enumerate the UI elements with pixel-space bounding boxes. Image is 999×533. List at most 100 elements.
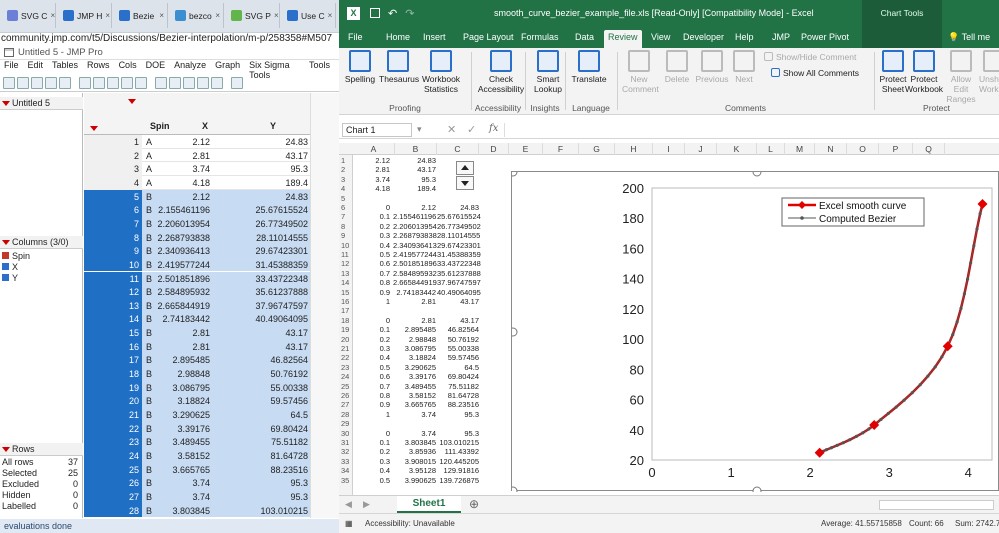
cell-c[interactable]: 64.5 bbox=[437, 363, 479, 372]
row-number[interactable]: 23 bbox=[84, 435, 142, 449]
column-header[interactable]: J bbox=[685, 143, 717, 155]
row-header[interactable]: 26 bbox=[339, 392, 352, 400]
cell-b[interactable]: 2.206013954 bbox=[393, 222, 437, 231]
close-icon[interactable]: × bbox=[50, 11, 55, 20]
row-number[interactable]: 3 bbox=[84, 162, 142, 176]
row-cells[interactable]: B 3.74 95.3 bbox=[142, 489, 310, 504]
column-list-item[interactable]: Spin bbox=[2, 250, 82, 261]
row-header[interactable]: 10 bbox=[339, 241, 352, 250]
cell-c[interactable]: 24.83 bbox=[437, 204, 479, 212]
cell-a[interactable]: 0.1 bbox=[353, 213, 390, 221]
cell-c[interactable]: 29.67423301 bbox=[437, 241, 481, 250]
column-header[interactable]: D bbox=[479, 143, 509, 155]
close-icon[interactable]: × bbox=[105, 11, 110, 20]
toolbar-tool-icon[interactable] bbox=[121, 76, 133, 89]
ribbon-button[interactable]: Next bbox=[729, 50, 759, 84]
row-cells[interactable]: B 2.12 24.83 bbox=[142, 189, 310, 204]
close-icon[interactable]: × bbox=[274, 11, 279, 20]
column-header[interactable]: M bbox=[785, 143, 815, 155]
row-number[interactable]: 18 bbox=[84, 367, 142, 381]
cell-a[interactable]: 0.9 bbox=[353, 401, 390, 409]
cell-b[interactable]: 3.74 bbox=[393, 410, 436, 419]
cell-b[interactable]: 43.17 bbox=[393, 166, 436, 174]
toolbar-tool-icon[interactable] bbox=[45, 76, 57, 89]
toolbar-tool-icon[interactable] bbox=[211, 76, 223, 89]
table-row[interactable]: 7 B 2.206013954 26.77349502 bbox=[84, 216, 310, 231]
table-row[interactable]: 9 B 2.340936413 29.67423301 bbox=[84, 244, 310, 258]
table-row[interactable]: 16 B 2.81 43.17 bbox=[84, 339, 310, 354]
ribbon-button[interactable]: Protect Workbook bbox=[904, 50, 944, 94]
row-header[interactable]: 11 bbox=[339, 251, 352, 259]
table-row[interactable]: 11 B 2.501851896 33.43722348 bbox=[84, 271, 310, 286]
cell-b[interactable]: 2.584895932 bbox=[393, 269, 437, 278]
cell-b[interactable]: 2.665844919 bbox=[393, 279, 437, 287]
cell-a[interactable]: 0.1 bbox=[353, 439, 390, 447]
jmp-menu-item[interactable]: Tools bbox=[309, 60, 330, 74]
ribbon-button[interactable]: Unshare Workbook bbox=[979, 50, 999, 94]
toolbar-tool-icon[interactable] bbox=[31, 76, 43, 89]
cell-b[interactable]: 3.39176 bbox=[393, 373, 436, 381]
row-number[interactable]: 22 bbox=[84, 421, 142, 436]
column-header[interactable]: I bbox=[653, 143, 685, 155]
toolbar-tool-icon[interactable] bbox=[197, 76, 209, 89]
jmp-menu-item[interactable]: Tables bbox=[52, 60, 78, 74]
row-header[interactable]: 5 bbox=[339, 194, 352, 203]
row-cells[interactable]: B 3.58152 81.64728 bbox=[142, 448, 310, 463]
table-row[interactable]: 21 B 3.290625 64.5 bbox=[84, 408, 310, 422]
cell-c[interactable]: 50.76192 bbox=[437, 335, 479, 344]
name-box[interactable]: Chart 1 bbox=[342, 123, 412, 137]
fx-icon[interactable]: fx bbox=[489, 123, 498, 134]
row-header[interactable]: 25 bbox=[339, 382, 352, 391]
table-row[interactable]: 28 B 3.803845 103.010215 bbox=[84, 503, 310, 518]
row-cells[interactable]: A 4.18 189.4 bbox=[142, 176, 310, 190]
row-cells[interactable]: B 2.155461196 25.67615524 bbox=[142, 203, 310, 217]
sheet-tab-sheet1[interactable]: Sheet1 bbox=[397, 496, 461, 513]
cell-c[interactable]: 33.43722348 bbox=[437, 260, 481, 268]
close-icon[interactable]: × bbox=[328, 11, 333, 20]
cell-c[interactable]: 35.61237888 bbox=[437, 269, 481, 278]
row-header[interactable]: 18 bbox=[339, 316, 352, 325]
row-header[interactable]: 16 bbox=[339, 298, 352, 306]
cell-a[interactable]: 0.2 bbox=[353, 222, 390, 231]
toolbar-tool-icon[interactable] bbox=[93, 76, 105, 89]
row-number[interactable]: 16 bbox=[84, 339, 142, 354]
save-icon[interactable] bbox=[370, 8, 380, 18]
tell-me-box[interactable]: 💡 Tell me bbox=[942, 26, 999, 48]
cell-a[interactable]: 0.3 bbox=[353, 232, 390, 240]
column-header[interactable]: N bbox=[815, 143, 847, 155]
ribbon-button[interactable]: New Comment bbox=[622, 50, 659, 94]
row-number[interactable]: 14 bbox=[84, 312, 142, 327]
cell-x[interactable]: 3.803845 bbox=[172, 504, 210, 518]
row-header[interactable]: 29 bbox=[339, 420, 352, 428]
column-header[interactable]: B bbox=[395, 143, 437, 155]
cell-a[interactable]: 0.4 bbox=[353, 354, 390, 362]
row-header[interactable]: 28 bbox=[339, 410, 352, 419]
cell-c[interactable]: 111.43392 bbox=[437, 448, 479, 456]
column-header[interactable]: P bbox=[879, 143, 913, 155]
jmp-menu-item[interactable]: Cols bbox=[119, 60, 137, 74]
ribbon-button[interactable]: Workbook Statistics bbox=[417, 50, 465, 94]
cell-c[interactable]: 31.45388359 bbox=[437, 251, 481, 259]
cell-a[interactable]: 0.6 bbox=[353, 260, 390, 268]
row-number[interactable]: 17 bbox=[84, 353, 142, 368]
row-cells[interactable]: B 3.39176 69.80424 bbox=[142, 421, 310, 436]
cell-a[interactable]: 0.1 bbox=[353, 326, 390, 334]
cell-b[interactable]: 3.95128 bbox=[393, 467, 436, 475]
toolbar-tool-icon[interactable] bbox=[107, 76, 119, 89]
chart-area[interactable]: 20 40 60 80 100 120 140 160 180 200 0 1 2 3 4 Excel smo… bbox=[508, 167, 999, 496]
column-header[interactable]: F bbox=[543, 143, 579, 155]
jmp-menu-item[interactable]: Edit bbox=[28, 60, 44, 74]
row-cells[interactable]: B 2.501851896 33.43722348 bbox=[142, 271, 310, 286]
row-cells[interactable]: B 3.74 95.3 bbox=[142, 476, 310, 490]
ribbon-tab[interactable]: Help bbox=[731, 30, 758, 48]
column-header[interactable]: Q bbox=[913, 143, 945, 155]
ribbon-tab[interactable]: JMP bbox=[768, 30, 794, 48]
table-row[interactable]: 26 B 3.74 95.3 bbox=[84, 476, 310, 490]
row-cells[interactable]: A 3.74 95.3 bbox=[142, 162, 310, 176]
redo-icon[interactable]: ↷ bbox=[405, 7, 414, 20]
jmp-menu-item[interactable]: Six Sigma Tools bbox=[249, 60, 300, 80]
cell-b[interactable]: 3.665765 bbox=[393, 401, 436, 409]
cell-a[interactable]: 0.3 bbox=[353, 457, 390, 466]
cell-a[interactable]: 0.7 bbox=[353, 382, 390, 391]
next-sheet-icon[interactable]: ▶ bbox=[363, 499, 370, 510]
